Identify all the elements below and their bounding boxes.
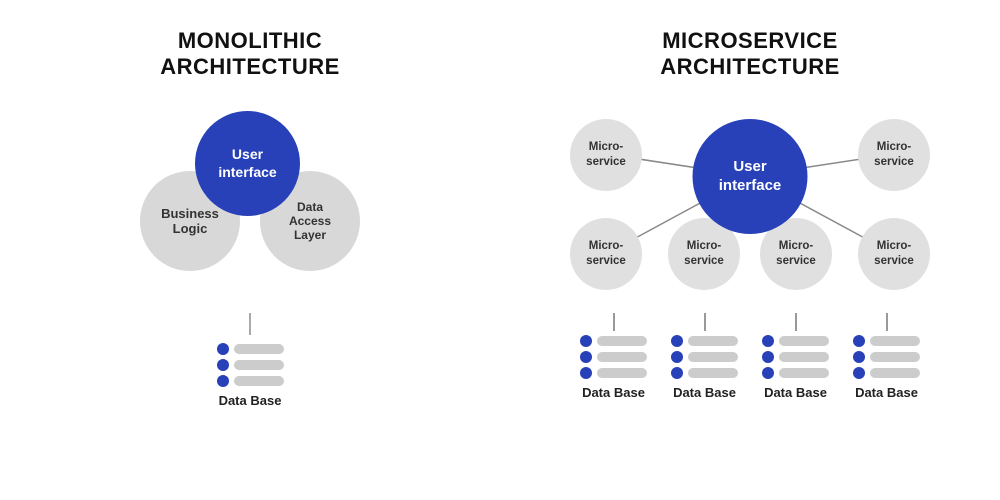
micro-connector-4 (886, 313, 888, 331)
monolithic-title: MONOLITHICARCHITECTURE (160, 28, 340, 81)
micro-db-icon-4 (853, 335, 920, 379)
db-dot-3 (217, 375, 229, 387)
db-bar-2 (234, 360, 284, 370)
mono-db-label: Data Base (219, 393, 282, 408)
micro-databases-row: Data Base Data Base Data Base (580, 313, 920, 400)
micro-db-label-2: Data Base (673, 385, 736, 400)
micro-user-interface-circle: Userinterface (693, 119, 808, 234)
monolithic-section: MONOLITHICARCHITECTURE BusinessLogic Dat… (0, 0, 500, 500)
micro-label-tr: Micro-service (874, 140, 914, 170)
micro-circle-top-left: Micro-service (570, 119, 642, 191)
micro-db-4: Data Base (853, 313, 920, 400)
monolithic-diagram: BusinessLogic DataAccessLayer Userinterf… (110, 111, 390, 311)
db-bar-3 (234, 376, 284, 386)
db-bar-1 (234, 344, 284, 354)
micro-db-icon-2 (671, 335, 738, 379)
mono-vert-line (249, 313, 251, 335)
micro-circle-top-right: Micro-service (858, 119, 930, 191)
user-interface-label: Userinterface (218, 145, 276, 181)
micro-db-label-3: Data Base (764, 385, 827, 400)
mono-db-icon (217, 343, 284, 387)
micro-db-1: Data Base (580, 313, 647, 400)
micro-label-tl: Micro-service (586, 140, 626, 170)
micro-connector-2 (704, 313, 706, 331)
business-logic-label: BusinessLogic (161, 206, 219, 236)
db-dot-2 (217, 359, 229, 371)
micro-ui-label: Userinterface (719, 157, 782, 196)
micro-db-label-1: Data Base (582, 385, 645, 400)
micro-db-label-4: Data Base (855, 385, 918, 400)
db-row-1 (217, 343, 284, 355)
micro-connector-3 (795, 313, 797, 331)
micro-label-b3: Micro-service (776, 239, 816, 269)
microservice-section: MICROSERVICEARCHITECTURE Userinterface M… (500, 0, 1000, 500)
mono-connector: Data Base (217, 313, 284, 408)
micro-circle-bottom-4: Micro-service (858, 218, 930, 290)
micro-label-b1: Micro-service (586, 239, 626, 269)
data-access-layer-label: DataAccessLayer (289, 200, 331, 242)
micro-label-b2: Micro-service (684, 239, 724, 269)
db-row-2 (217, 359, 284, 371)
micro-circle-bottom-1: Micro-service (570, 218, 642, 290)
micro-diagram: Userinterface Micro-service Micro-servic… (510, 99, 990, 309)
mono-database-group: Data Base (217, 343, 284, 408)
micro-db-icon-3 (762, 335, 829, 379)
micro-db-icon-1 (580, 335, 647, 379)
db-row-3 (217, 375, 284, 387)
db-dot-1 (217, 343, 229, 355)
micro-connector-1 (613, 313, 615, 331)
micro-db-2: Data Base (671, 313, 738, 400)
micro-label-b4: Micro-service (874, 239, 914, 269)
user-interface-circle: Userinterface (195, 111, 300, 216)
microservice-title: MICROSERVICEARCHITECTURE (660, 28, 840, 81)
micro-db-3: Data Base (762, 313, 829, 400)
